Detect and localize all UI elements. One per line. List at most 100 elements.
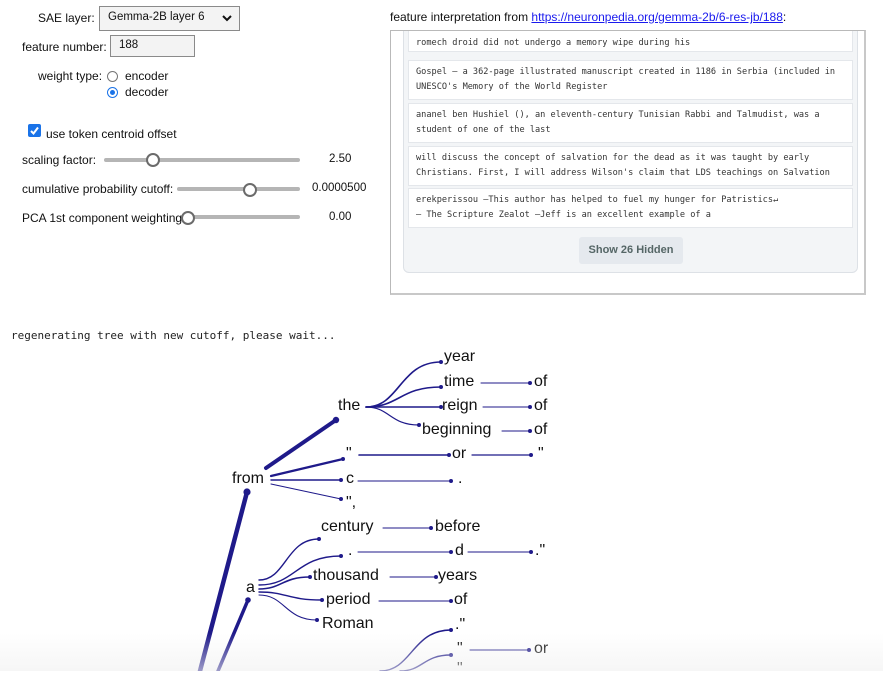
- example-row: romech droid did not undergo a memory wi…: [408, 31, 853, 52]
- interpretation-heading: feature interpretation from https://neur…: [390, 10, 786, 24]
- radio-decoder-label[interactable]: decoder: [125, 85, 168, 99]
- scaling-factor-thumb[interactable]: [146, 153, 160, 167]
- radio-encoder[interactable]: [107, 71, 118, 82]
- tree-node-dot1: .: [458, 470, 463, 487]
- feature-number-label: feature number:: [22, 40, 107, 54]
- tree-node-dot: [527, 648, 531, 652]
- tree-edge: [269, 457, 345, 478]
- tree-node-dq: .": [535, 542, 546, 559]
- scaling-factor-slider[interactable]: [104, 158, 300, 162]
- cutoff-label: cumulative probability cutoff:: [22, 182, 174, 196]
- checkmark-icon: [30, 126, 39, 136]
- pca-label: PCA 1st component weighting: [22, 211, 183, 225]
- tree-node-of1: of: [534, 373, 548, 390]
- tree-node-dot: [339, 478, 343, 482]
- radio-decoder[interactable]: [107, 87, 118, 98]
- tree-node-reign: reign: [442, 397, 478, 414]
- example-text: Gospel – a 362-page illustrated manuscri…: [416, 67, 836, 92]
- radio-encoder-label[interactable]: encoder: [125, 69, 168, 83]
- scaling-factor-label: scaling factor:: [22, 153, 97, 167]
- tree-edge: [264, 418, 338, 470]
- tree-edge: [197, 489, 250, 671]
- tree-node-of4: of: [454, 591, 468, 608]
- tree-node-dot: [449, 653, 453, 657]
- tree-node-dot: [529, 453, 533, 457]
- tree-edge: [365, 361, 442, 408]
- pca-slider[interactable]: [184, 215, 300, 219]
- example-row: ananel ben Hushiel (), an eleventh-centu…: [408, 103, 853, 143]
- tree-node-dot: [317, 537, 321, 541]
- tree-node-century: century: [321, 518, 374, 535]
- example-row: Gospel – a 362-page illustrated manuscri…: [408, 60, 853, 100]
- interpretation-panel[interactable]: romech droid did not undergo a memory wi…: [390, 30, 866, 295]
- token-centroid-checkbox[interactable]: [28, 124, 41, 137]
- weight-type-label: weight type:: [38, 69, 103, 83]
- status-message: regenerating tree with new cutoff, pleas…: [11, 329, 336, 342]
- tree-node-d: d: [455, 542, 464, 559]
- tree-node-before: before: [435, 518, 481, 535]
- feature-number-input[interactable]: 188: [110, 35, 195, 57]
- neuronpedia-link[interactable]: https://neuronpedia.org/gemma-2b/6-res-j…: [531, 10, 782, 24]
- tree-node-dot: [339, 497, 343, 501]
- tree-node-year: year: [444, 348, 476, 365]
- tree-node-dot: [341, 457, 345, 461]
- example-row: will discuss the concept of salvation fo…: [408, 146, 853, 186]
- tree-node-q3: ": [457, 640, 463, 657]
- pca-thumb[interactable]: [181, 211, 195, 225]
- tree-node-or2: or: [534, 640, 549, 657]
- token-centroid-label: use token centroid offset: [46, 127, 177, 141]
- tree-node-dot: [528, 381, 532, 385]
- example-text: will discuss the concept of salvation fo…: [416, 153, 830, 178]
- tree-node-dot: [332, 416, 340, 424]
- tree-node-or1: or: [452, 445, 467, 462]
- example-text: erekperissou –This author has helped to …: [416, 195, 779, 220]
- tree-node-dq2: .": [455, 616, 466, 633]
- show-hidden-button[interactable]: Show 26 Hidden: [579, 237, 683, 264]
- tree-node-dot: [243, 488, 251, 496]
- token-tree: [197, 360, 533, 671]
- tree-node-dot: [449, 550, 453, 554]
- tree-node-dot: [449, 628, 453, 632]
- tree-node-a: a: [246, 579, 255, 596]
- sae-layer-select[interactable]: Gemma-2B layer 6: [99, 6, 240, 31]
- tree-node-of3: of: [534, 421, 548, 438]
- tree-node-dot: [339, 554, 343, 558]
- cutoff-value: 0.0000500: [312, 182, 367, 194]
- scaling-factor-value: 2.50: [329, 153, 352, 165]
- cutoff-thumb[interactable]: [243, 183, 257, 197]
- chevron-down-icon: [222, 15, 232, 22]
- tree-node-years: years: [438, 567, 478, 584]
- tree-node-dot: [320, 598, 324, 602]
- example-text: romech droid did not undergo a memory wi…: [416, 38, 691, 48]
- tree-node-period: period: [326, 591, 371, 608]
- tree-node-q2: ": [538, 445, 544, 462]
- tree-edge: [365, 386, 442, 408]
- tree-node-dot: [417, 423, 421, 427]
- pca-value: 0.00: [329, 211, 352, 223]
- tree-node-qc: ",: [346, 494, 357, 511]
- tree-node-dot2: .: [348, 542, 353, 559]
- tree-node-beginning: beginning: [422, 421, 492, 438]
- sae-layer-value: Gemma-2B layer 6: [108, 11, 205, 23]
- tree-node-dot: [439, 360, 443, 364]
- tree-node-roman: Roman: [322, 615, 374, 632]
- tree-node-dot: [439, 385, 443, 389]
- examples-card: romech droid did not undergo a memory wi…: [403, 31, 858, 273]
- tree-node-dot: [528, 429, 532, 433]
- tree-edge: [365, 406, 420, 426]
- tree-edge: [258, 538, 320, 581]
- tree-node-dot: [449, 599, 453, 603]
- tree-node-dot: [429, 526, 433, 530]
- example-text: ananel ben Hushiel (), an eleventh-centu…: [416, 110, 820, 135]
- tree-node-dot: [308, 575, 312, 579]
- tree-node-thousand: thousand: [313, 567, 379, 584]
- tree-node-q4: ": [457, 660, 463, 677]
- tree-node-dot: [315, 618, 319, 622]
- tree-node-dot: [245, 597, 251, 603]
- tree-node-dot: [449, 479, 453, 483]
- example-row: erekperissou –This author has helped to …: [408, 188, 853, 228]
- cutoff-slider[interactable]: [177, 187, 300, 191]
- interpretation-prefix: feature interpretation from: [390, 10, 532, 24]
- tree-node-time: time: [444, 373, 475, 390]
- tree-node-of2: of: [534, 397, 548, 414]
